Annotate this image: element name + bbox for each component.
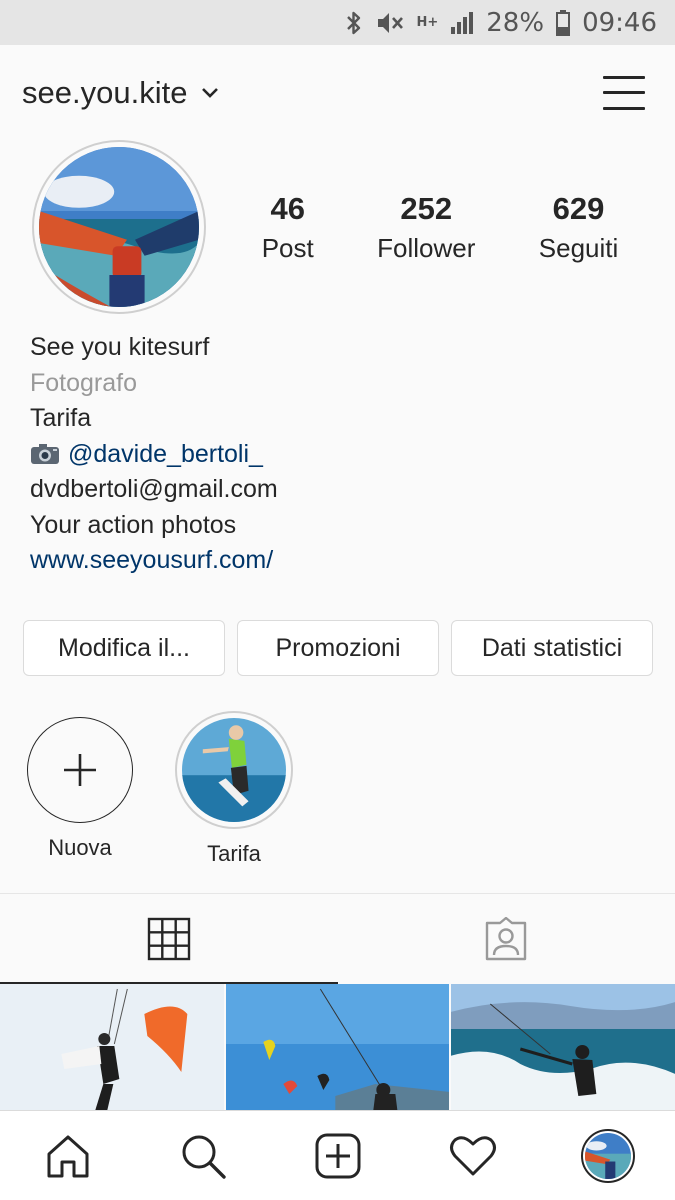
heart-icon	[449, 1135, 496, 1175]
stat-followers-label: Follower	[377, 233, 476, 264]
status-bar: H+ 28% 09:46	[0, 0, 675, 45]
insights-button[interactable]: Dati statistici	[451, 620, 653, 676]
plus-icon	[64, 754, 96, 786]
search-icon	[182, 1135, 226, 1179]
home-icon	[47, 1135, 88, 1177]
profile-email: dvdbertoli@gmail.com	[30, 475, 278, 503]
camera-icon	[31, 443, 59, 464]
nav-home[interactable]	[28, 1116, 108, 1196]
tab-grid[interactable]	[0, 894, 338, 984]
highlight-tarifa[interactable]: Tarifa	[174, 711, 294, 867]
clock: 09:46	[582, 7, 657, 38]
nav-activity[interactable]	[433, 1116, 513, 1196]
menu-icon[interactable]	[603, 75, 645, 110]
highlight-tarifa-ring	[175, 711, 293, 829]
chevron-down-icon	[202, 87, 219, 98]
network-type: H+	[416, 15, 439, 30]
add-post-icon	[315, 1133, 360, 1178]
nav-add-post[interactable]	[298, 1116, 378, 1196]
battery-percent: 28%	[486, 7, 545, 38]
bluetooth-icon	[347, 11, 361, 34]
profile-stats: 46 Post 252 Follower 629 Seguiti	[230, 190, 650, 264]
profile-bio: See you kitesurf Fotografo Tarifa @david…	[30, 330, 650, 579]
profile-avatar-photo	[584, 1132, 631, 1179]
profile-category: Fotografo	[30, 368, 138, 397]
highlight-new-label: Nuova	[48, 835, 112, 860]
highlight-tarifa-label: Tarifa	[207, 841, 261, 866]
grid-icon	[147, 917, 190, 961]
new-highlight-circle	[27, 717, 133, 823]
profile-tabs	[0, 893, 675, 984]
edit-profile-button[interactable]: Modifica il...	[23, 620, 225, 676]
stat-following-label: Seguiti	[538, 233, 619, 264]
stat-followers-value: 252	[400, 191, 453, 226]
bio-mention-link[interactable]: @davide_bertoli_	[68, 440, 263, 468]
tab-tagged[interactable]	[338, 894, 675, 984]
profile-photo	[39, 147, 199, 307]
posts-grid	[0, 984, 675, 1110]
post-thumbnail[interactable]	[0, 984, 224, 1110]
promotions-button[interactable]: Promozioni	[237, 620, 439, 676]
tagged-person-icon	[486, 917, 527, 961]
profile-name: See you kitesurf	[30, 333, 210, 361]
profile-avatar	[580, 1128, 635, 1183]
post-thumbnail[interactable]	[225, 984, 450, 1110]
battery-icon	[556, 9, 571, 36]
profile-header: see.you.kite	[0, 45, 675, 140]
signal-icon	[451, 11, 474, 34]
profile-actions: Modifica il... Promozioni Dati statistic…	[23, 620, 653, 676]
stat-following-value: 629	[552, 191, 605, 226]
stat-posts-label: Post	[261, 233, 314, 264]
profile-avatar[interactable]	[32, 140, 206, 314]
nav-profile[interactable]	[568, 1116, 648, 1196]
mute-icon	[378, 12, 404, 33]
stat-posts-value: 46	[270, 191, 305, 226]
stat-following[interactable]: 629 Seguiti	[539, 190, 619, 264]
bio-mention-line: @davide_bertoli_	[30, 437, 650, 473]
stat-followers[interactable]: 252 Follower	[377, 190, 475, 264]
highlight-tarifa-photo	[182, 718, 286, 822]
bottom-navigation	[0, 1110, 675, 1200]
stat-posts[interactable]: 46 Post	[262, 190, 314, 264]
post-thumbnail[interactable]	[451, 984, 675, 1110]
account-switcher[interactable]: see.you.kite	[22, 75, 219, 111]
profile-location: Tarifa	[30, 404, 92, 432]
username: see.you.kite	[22, 74, 188, 110]
nav-search[interactable]	[163, 1116, 243, 1196]
highlight-new[interactable]: Nuova	[20, 715, 140, 861]
profile-website-link[interactable]: www.seeyousurf.com/	[30, 543, 650, 579]
profile-tagline: Your action photos	[30, 510, 237, 539]
